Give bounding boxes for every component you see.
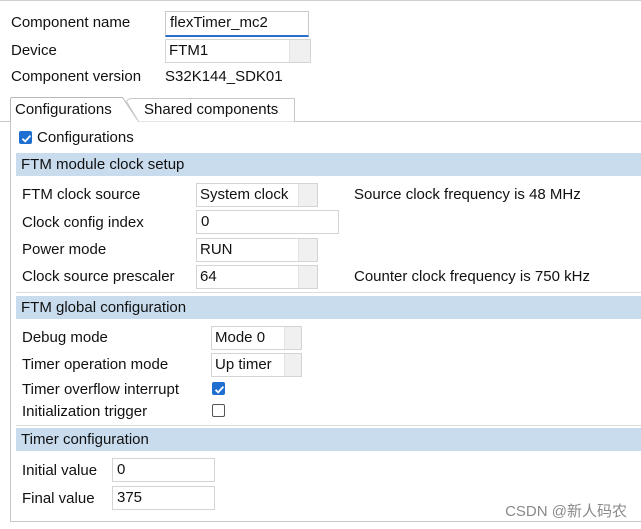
final-value-input[interactable]: 375 (112, 486, 215, 510)
device-label: Device (11, 42, 57, 59)
checkmark-icon (214, 385, 225, 394)
section-timer-config-title: Timer configuration (21, 431, 149, 448)
top-border (0, 0, 641, 1)
component-name-input[interactable]: flexTimer_mc2 (165, 11, 309, 37)
debug-mode-value: Mode 0 (215, 329, 266, 346)
initialization-trigger-checkbox[interactable] (212, 404, 225, 417)
timer-operation-mode-label: Timer operation mode (22, 356, 169, 373)
prescaler-value: 64 (200, 268, 217, 285)
debug-mode-label: Debug mode (22, 329, 108, 346)
section-clock-setup: FTM module clock setup (16, 153, 641, 176)
section-clock-setup-title: FTM module clock setup (21, 156, 185, 173)
final-value-label: Final value (22, 490, 95, 507)
counter-frequency-text: Counter clock frequency is 750 kHz (354, 268, 590, 285)
clock-setup-divider (16, 292, 641, 293)
clock-config-index-input[interactable]: 0 (196, 210, 339, 234)
device-select-value: FTM1 (169, 42, 209, 59)
prescaler-dropdown-button[interactable] (298, 266, 317, 288)
tab-configurations-label: Configurations (15, 101, 112, 118)
clock-config-index-label: Clock config index (22, 214, 144, 231)
clock-source-select[interactable]: System clock (196, 183, 318, 207)
initial-value-label: Initial value (22, 462, 98, 479)
power-mode-label: Power mode (22, 241, 107, 258)
prescaler-select[interactable]: 64 (196, 265, 318, 289)
device-select[interactable]: FTM1 (165, 39, 311, 63)
tab-panel-left-border (10, 122, 11, 522)
section-global-config-title: FTM global configuration (21, 299, 187, 316)
configurations-checkbox[interactable] (19, 131, 32, 144)
device-dropdown-button[interactable] (289, 40, 310, 62)
power-mode-select[interactable]: RUN (196, 238, 318, 262)
power-mode-dropdown-button[interactable] (298, 239, 317, 261)
tab-configurations[interactable]: Configurations (12, 98, 115, 122)
debug-mode-select[interactable]: Mode 0 (211, 326, 302, 350)
timer-operation-mode-select[interactable]: Up timer (211, 353, 302, 377)
watermark-text: CSDN @新人码农 (505, 503, 627, 520)
timer-overflow-interrupt-checkbox[interactable] (212, 382, 225, 395)
timer-operation-mode-value: Up timer (215, 356, 272, 373)
section-global-config: FTM global configuration (16, 296, 641, 319)
clock-source-dropdown-button[interactable] (298, 184, 317, 206)
global-config-divider (16, 425, 641, 426)
source-frequency-text: Source clock frequency is 48 MHz (354, 186, 581, 203)
initialization-trigger-label: Initialization trigger (22, 403, 148, 420)
debug-mode-dropdown-button[interactable] (284, 327, 301, 349)
section-timer-config: Timer configuration (16, 428, 641, 451)
prescaler-label: Clock source prescaler (22, 268, 175, 285)
component-version-label: Component version (11, 68, 142, 85)
initial-value-input[interactable]: 0 (112, 458, 215, 482)
clock-source-value: System clock (200, 186, 289, 203)
configurations-checkbox-label: Configurations (37, 129, 134, 146)
component-version-value: S32K144_SDK01 (165, 68, 283, 85)
checkmark-icon (21, 134, 32, 143)
timer-operation-mode-dropdown-button[interactable] (284, 354, 301, 376)
tab-panel-bottom-border (10, 521, 641, 522)
clock-source-label: FTM clock source (22, 186, 141, 203)
tab-shared-components-label: Shared components (144, 101, 279, 118)
tab-shared-components[interactable]: Shared components (141, 98, 281, 122)
power-mode-value: RUN (200, 241, 233, 258)
timer-overflow-interrupt-label: Timer overflow interrupt (22, 381, 179, 398)
component-name-label: Component name (11, 14, 131, 31)
